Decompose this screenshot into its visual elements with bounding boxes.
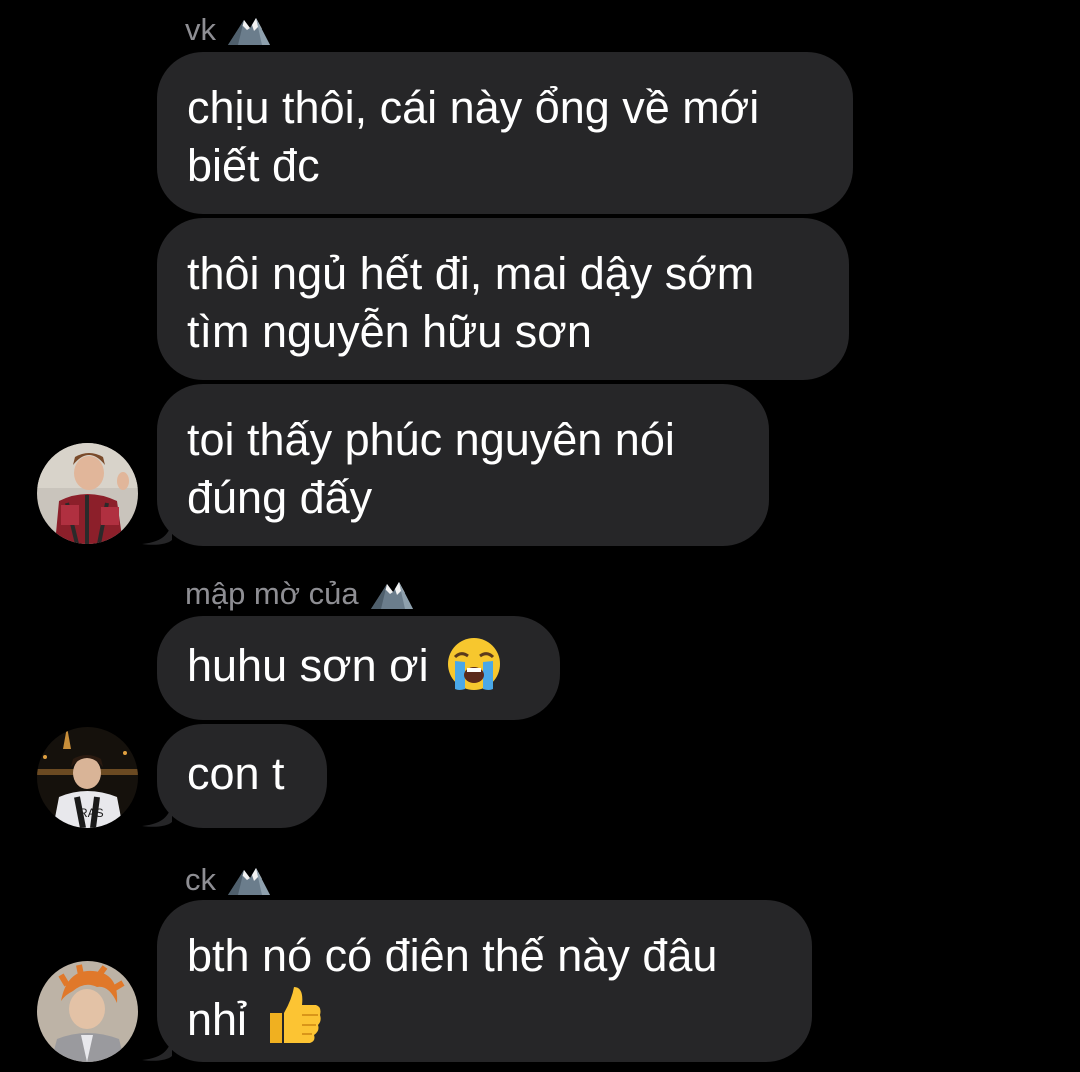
bubble-tail [142, 798, 172, 828]
sender-name: vk [185, 11, 216, 47]
snow-capped-mountain-icon [226, 12, 272, 46]
svg-text:RAS: RAS [79, 806, 104, 820]
sender-name: mập mờ của [185, 575, 359, 611]
message-text: chịu thôi, cái này ổng về mới biết đc [187, 82, 760, 191]
avatar[interactable] [37, 443, 138, 544]
snow-capped-mountain-icon [369, 576, 415, 610]
sender-name-map-mo-cua: mập mờ của [185, 576, 415, 610]
message-bubble[interactable]: chịu thôi, cái này ổng về mới biết đc [157, 52, 853, 214]
loudly-crying-face-icon [448, 638, 501, 690]
message-bubble[interactable]: toi thấy phúc nguyên nói đúng đấy [157, 384, 769, 546]
sender-name-ck: ck [185, 862, 272, 896]
thumbs-up-icon [269, 987, 321, 1043]
sender-name: ck [185, 861, 216, 897]
bubble-tail [142, 1032, 172, 1062]
avatar[interactable]: RAS [37, 727, 138, 828]
sender-name-vk: vk [185, 12, 272, 46]
avatar-photo [37, 443, 138, 544]
message-bubble[interactable]: thôi ngủ hết đi, mai dậy sớm tìm nguyễn … [157, 218, 849, 380]
message-text: toi thấy phúc nguyên nói đúng đấy [187, 414, 675, 523]
bubble-tail [142, 516, 172, 546]
message-bubble[interactable]: con t [157, 724, 327, 828]
avatar-photo: RAS [37, 727, 138, 828]
message-bubble[interactable]: huhu sơn ơi [157, 616, 560, 720]
message-text: thôi ngủ hết đi, mai dậy sớm tìm nguyễn … [187, 248, 755, 357]
message-text: con t [187, 748, 285, 799]
snow-capped-mountain-icon [226, 862, 272, 896]
message-text: huhu sơn ơi [187, 640, 429, 691]
message-bubble[interactable]: bth nó có điên thế này đâu nhỉ [157, 900, 812, 1062]
avatar[interactable] [37, 961, 138, 1062]
avatar-photo [37, 961, 138, 1062]
